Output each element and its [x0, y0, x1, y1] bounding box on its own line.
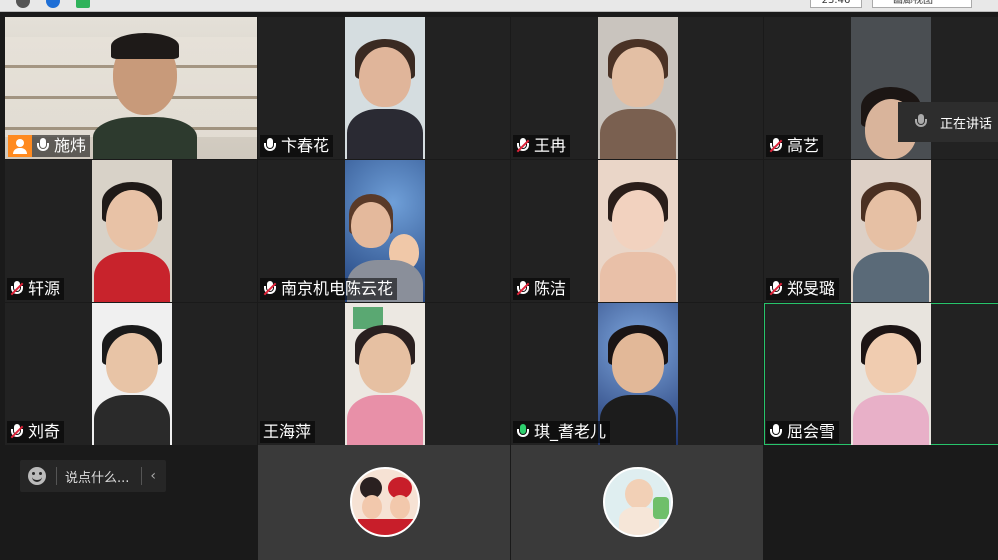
microphone-muted-icon [263, 281, 277, 297]
participant-tile[interactable]: 王冉 [511, 17, 763, 159]
person-video [345, 17, 425, 159]
participant-nameplate: 王冉 [513, 135, 571, 157]
participant-name: 王海萍 [263, 422, 312, 441]
participant-tile[interactable]: 郑旻璐 [764, 160, 998, 302]
participant-tile[interactable]: 陈洁 [511, 160, 763, 302]
person-video [345, 303, 425, 445]
person-video [598, 17, 678, 159]
person-video [851, 160, 931, 302]
person-video [93, 29, 197, 159]
participant-tile[interactable]: 王海萍 [258, 303, 510, 445]
microphone-muted-icon [769, 138, 783, 154]
microphone-icon [36, 138, 50, 154]
top-toolbar: 23:46 画廊视图 [0, 0, 998, 12]
chevron-left-icon[interactable]: ‹ [150, 468, 156, 484]
participant-name: 陈洁 [534, 279, 567, 298]
microphone-icon [914, 114, 928, 130]
info-icon[interactable] [16, 0, 30, 8]
participant-nameplate: 琪_耆老儿 [513, 421, 611, 443]
participant-tile[interactable]: 刘奇 [5, 303, 257, 445]
participant-tile-active-speaker[interactable]: 屈会雪 [764, 303, 998, 445]
participant-tile-audio-only[interactable] [511, 445, 763, 560]
divider [141, 467, 143, 485]
chat-input-bar[interactable]: 说点什么... ‹ [20, 460, 166, 492]
microphone-icon [769, 424, 783, 440]
participant-tile[interactable]: 琪_耆老儿 [511, 303, 763, 445]
participant-nameplate: 郑旻璐 [766, 278, 840, 300]
host-avatar-icon [8, 135, 32, 157]
person-video [92, 303, 172, 445]
participant-nameplate: 施炜 [8, 135, 91, 157]
avatar [603, 467, 673, 537]
person-video [92, 160, 172, 302]
shield-icon[interactable] [46, 0, 60, 8]
participant-name: 轩源 [28, 279, 61, 298]
participant-name: 屈会雪 [787, 422, 836, 441]
participant-nameplate: 王海萍 [260, 421, 316, 443]
microphone-active-icon [516, 424, 530, 440]
signal-icon[interactable] [76, 0, 90, 8]
participant-nameplate: 卞春花 [260, 135, 334, 157]
participant-tile[interactable]: 卞春花 [258, 17, 510, 159]
participant-nameplate: 陈洁 [513, 278, 571, 300]
participant-name: 高艺 [787, 136, 820, 155]
avatar [350, 467, 420, 537]
participant-tile[interactable]: 轩源 [5, 160, 257, 302]
chat-input[interactable]: 说点什么... [65, 467, 141, 486]
participant-nameplate: 南京机电陈云花 [260, 278, 398, 300]
divider [56, 467, 57, 485]
participant-nameplate: 高艺 [766, 135, 824, 157]
speaking-label: 正在讲话 [940, 116, 993, 132]
participant-tile[interactable]: 南京机电陈云花 [258, 160, 510, 302]
microphone-icon [263, 138, 277, 154]
participant-tile-audio-only[interactable] [258, 445, 510, 560]
participant-nameplate: 刘奇 [7, 421, 65, 443]
microphone-muted-icon [10, 424, 24, 440]
participant-name: 卞春花 [281, 136, 330, 155]
microphone-muted-icon [10, 281, 24, 297]
participant-name: 郑旻璐 [787, 279, 836, 298]
microphone-muted-icon [769, 281, 783, 297]
person-video [851, 303, 931, 445]
participant-name: 王冉 [534, 136, 567, 155]
participant-name: 刘奇 [28, 422, 61, 441]
participant-name: 南京机电陈云花 [281, 279, 394, 298]
speaking-indicator: 正在讲话 [898, 102, 998, 142]
participant-tile[interactable]: 施炜 [5, 17, 257, 159]
meeting-clock: 23:46 [810, 0, 862, 8]
gallery-view-button[interactable]: 画廊视图 [872, 0, 972, 8]
emoji-icon[interactable] [28, 467, 46, 485]
participant-name: 琪_耆老儿 [534, 422, 607, 441]
microphone-muted-icon [516, 138, 530, 154]
person-video [598, 160, 678, 302]
participant-nameplate: 屈会雪 [766, 421, 840, 443]
participant-nameplate: 轩源 [7, 278, 65, 300]
microphone-muted-icon [516, 281, 530, 297]
participant-name: 施炜 [54, 136, 87, 155]
